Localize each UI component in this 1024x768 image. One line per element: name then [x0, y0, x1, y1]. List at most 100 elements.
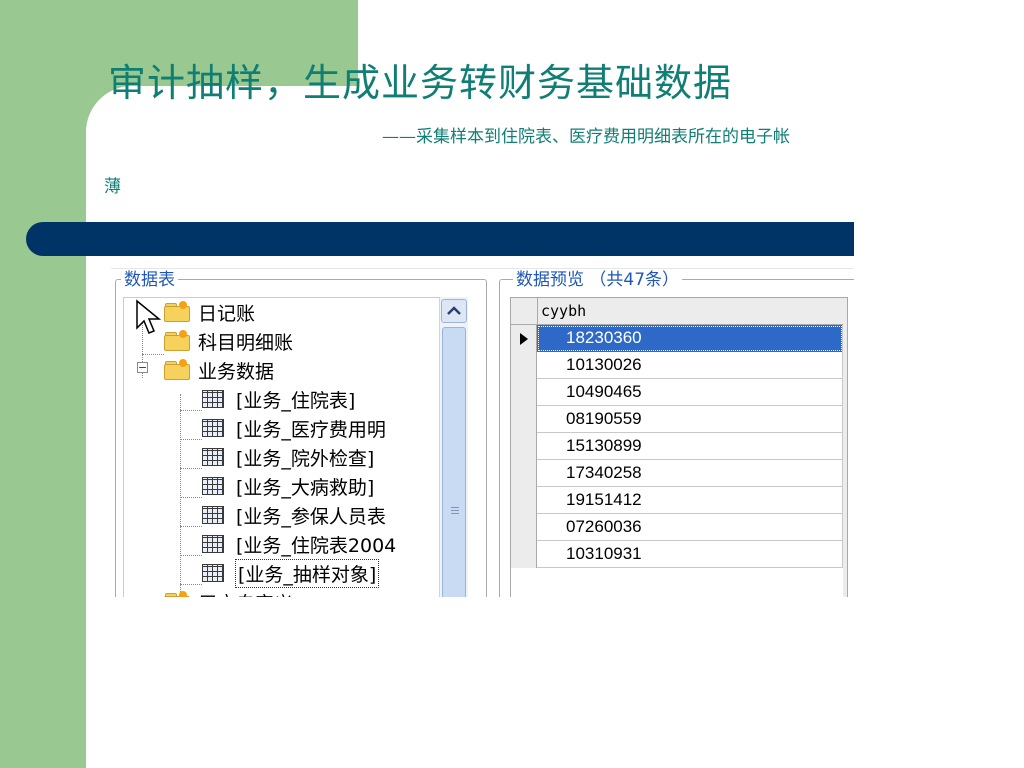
row-indicator[interactable] [511, 541, 537, 568]
table-icon [202, 448, 224, 466]
row-indicator[interactable] [511, 379, 537, 406]
column-header-cyybh[interactable]: cyybh [541, 302, 586, 320]
tree-connector [180, 497, 202, 498]
tree-connector [142, 354, 164, 355]
table-row[interactable]: 07260036 [511, 514, 847, 541]
tree-item-inpatient[interactable]: [业务_住院表] [202, 385, 355, 413]
row-indicator[interactable] [511, 433, 537, 460]
slide-title: 审计抽样，生成业务转财务基础数据 [108, 61, 733, 105]
table-icon [202, 506, 224, 524]
grid-cell[interactable]: 15130899 [537, 433, 843, 460]
current-row-arrow-icon [519, 332, 528, 345]
table-row[interactable]: 10130026 [511, 352, 847, 379]
scroll-up-button[interactable] [441, 299, 467, 323]
folder-icon [162, 330, 190, 351]
cell-value: 17340258 [566, 463, 642, 482]
tree-scrollbar[interactable] [439, 297, 468, 597]
row-indicator[interactable] [511, 406, 537, 433]
preview-group-label: 数据预览 （共47条） [513, 271, 683, 289]
table-row[interactable]: 15130899 [511, 433, 847, 460]
scroll-thumb[interactable] [442, 327, 466, 597]
tree-item-sample-objects[interactable]: [业务_抽样对象] [202, 558, 380, 588]
tree-item-insured-persons[interactable]: [业务_参保人员表 [202, 501, 386, 529]
row-indicator[interactable] [511, 487, 537, 514]
grid-cell[interactable]: 17340258 [537, 460, 843, 487]
tree-group-label: 数据表 [121, 271, 178, 289]
cell-value: 15130899 [566, 436, 642, 455]
divider-band [26, 222, 854, 256]
empty-row [511, 568, 847, 595]
table-row[interactable]: 10490465 [511, 379, 847, 406]
mouse-cursor-icon [136, 299, 162, 334]
grid-cell[interactable]: 10130026 [537, 352, 843, 379]
table-row[interactable]: 08190559 [511, 406, 847, 433]
cell-value: 08190559 [566, 409, 642, 428]
table-tree[interactable]: − 日记账 科目明细账 业务数据 [业务_住院表] [业务_医疗费用明 [业务_… [123, 297, 451, 597]
tree-connector [180, 468, 202, 469]
row-indicator[interactable] [511, 514, 537, 541]
tree-connector [180, 410, 202, 411]
tree-item-label: [业务_抽样对象] [234, 558, 380, 588]
collapse-icon[interactable]: − [137, 362, 148, 373]
folder-icon [162, 301, 190, 322]
cell-value: 07260036 [566, 517, 642, 536]
tree-connector [180, 394, 181, 597]
tree-item-business-data[interactable]: 业务数据 [162, 356, 274, 384]
grid-cell[interactable]: 07260036 [537, 514, 843, 541]
cell-value: 10310931 [566, 544, 642, 563]
tree-item-outpatient-check[interactable]: [业务_院外检查] [202, 443, 374, 471]
tree-connector [180, 526, 202, 527]
tree-item-label: 日记账 [198, 302, 256, 325]
app-screenshot: 数据表 数据预览 （共47条） − 日记账 科目明细账 业务数据 [业务_住院表… [111, 268, 854, 597]
grid-right-edge [843, 298, 847, 597]
cell-value: 10130026 [566, 355, 642, 374]
table-icon [202, 477, 224, 495]
grip-icon [451, 506, 459, 514]
tree-item-label: 用户自定义 [198, 589, 293, 598]
tree-item-user-defined[interactable]: 用户自定义 [162, 588, 293, 597]
row-indicator[interactable] [511, 460, 537, 487]
tree-item-inpatient-2004[interactable]: [业务_住院表2004 [202, 530, 396, 558]
grid-header: cyybh [511, 298, 847, 325]
tree-item-label: 科目明细账 [198, 331, 294, 354]
tree-item-label: [业务_参保人员表 [236, 505, 386, 528]
tree-item-label: [业务_院外检查] [236, 447, 375, 470]
grid-corner [511, 298, 538, 324]
tree-item-label: [业务_住院表2004 [236, 534, 397, 557]
table-icon [202, 419, 224, 437]
folder-icon [162, 359, 190, 380]
tree-item-journal[interactable]: 日记账 [162, 298, 255, 326]
row-indicator[interactable] [511, 325, 537, 352]
chevron-up-icon [447, 306, 461, 315]
tree-item-label: [业务_大病救助] [236, 476, 375, 499]
cell-value: 19151412 [566, 490, 642, 509]
cell-value: 18230360 [566, 328, 642, 347]
tree-item-medical-cost[interactable]: [业务_医疗费用明 [202, 414, 386, 442]
table-row[interactable]: 18230360 [511, 325, 847, 352]
table-icon [202, 564, 224, 582]
slide-subtitle-wrap: 薄 [104, 177, 121, 197]
grid-cell[interactable]: 10490465 [537, 379, 843, 406]
tree-connector [180, 439, 202, 440]
tree-item-subsidiary-ledger[interactable]: 科目明细账 [162, 327, 293, 355]
grid-cell[interactable]: 19151412 [537, 487, 843, 514]
data-preview-grid[interactable]: cyybh 18230360 10130026 10490465 08190559 15… [510, 297, 848, 597]
table-row[interactable]: 17340258 [511, 460, 847, 487]
tree-item-label: [业务_住院表] [236, 389, 356, 412]
cell-value: 10490465 [566, 382, 642, 401]
tree-item-serious-illness[interactable]: [业务_大病救助] [202, 472, 374, 500]
slide-subtitle: ——采集样本到住院表、医疗费用明细表所在的电子帐 [382, 127, 790, 147]
tree-item-label: 业务数据 [198, 360, 275, 383]
table-icon [202, 535, 224, 553]
tree-connector [180, 584, 202, 585]
table-row[interactable]: 10310931 [511, 541, 847, 568]
tree-item-label: [业务_医疗费用明 [236, 418, 386, 441]
row-indicator[interactable] [511, 352, 537, 379]
grid-cell[interactable]: 18230360 [537, 325, 843, 352]
grid-cell[interactable]: 10310931 [537, 541, 843, 568]
folder-icon [162, 591, 190, 597]
grid-cell[interactable]: 08190559 [537, 406, 843, 433]
tree-connector [180, 555, 202, 556]
table-row[interactable]: 19151412 [511, 487, 847, 514]
table-icon [202, 390, 224, 408]
